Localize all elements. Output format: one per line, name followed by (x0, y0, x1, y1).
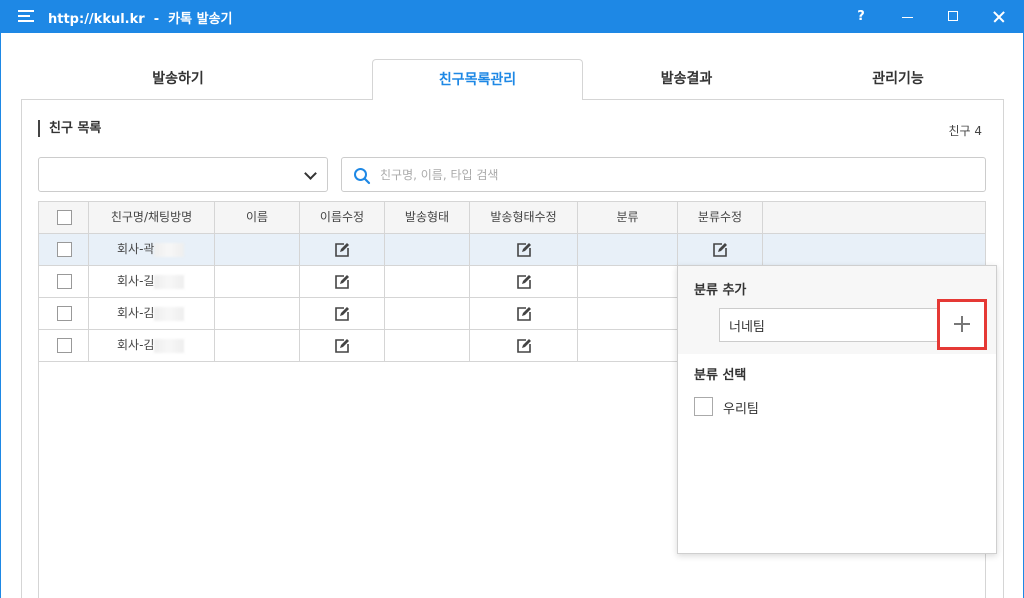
tab-admin[interactable]: 관리기능 (790, 59, 1006, 100)
hamburger-menu-icon[interactable] (18, 10, 34, 24)
name-cell (215, 298, 300, 329)
maximize-icon (948, 11, 958, 21)
send-type-cell (385, 234, 470, 265)
column-header: 이름 (215, 202, 300, 233)
row-checkbox[interactable] (57, 338, 72, 353)
edit-icon[interactable] (334, 242, 350, 258)
category-cell (578, 266, 678, 297)
section-title: 친구 목록 (38, 120, 101, 137)
help-button[interactable]: ? (838, 0, 884, 33)
category-cell (578, 330, 678, 361)
minimize-icon (902, 17, 913, 18)
add-category-button[interactable] (937, 299, 987, 350)
tab-send[interactable]: 발송하기 (40, 59, 316, 100)
category-add-title: 분류 추가 (694, 283, 747, 298)
edit-icon[interactable] (516, 274, 532, 290)
minimize-button[interactable] (884, 0, 930, 33)
category-name-input[interactable] (719, 308, 939, 342)
friend-name: 회사-곽 (117, 242, 155, 256)
category-select-title: 분류 선택 (694, 368, 747, 383)
column-header: 발송형태수정 (470, 202, 578, 233)
send-type-cell (385, 266, 470, 297)
category-option-label: 우리팀 (723, 402, 759, 417)
search-input[interactable] (380, 164, 970, 186)
friend-name: 회사-길 (117, 274, 155, 288)
edit-icon[interactable] (516, 338, 532, 354)
select-all-checkbox[interactable] (57, 210, 72, 225)
close-button[interactable] (976, 0, 1022, 33)
table-row[interactable]: 회사-곽 (39, 234, 985, 266)
edit-icon[interactable] (516, 242, 532, 258)
plus-icon (954, 316, 970, 332)
redacted-text (154, 306, 185, 321)
row-checkbox[interactable] (57, 306, 72, 321)
name-cell (215, 330, 300, 361)
column-header: 발송형태 (385, 202, 470, 233)
name-cell (215, 234, 300, 265)
window-border-left (0, 33, 1, 598)
row-checkbox[interactable] (57, 242, 72, 257)
table-header: 친구명/채팅방명 이름 이름수정 발송형태 발송형태수정 분류 분류수정 (39, 202, 985, 234)
redacted-text (154, 274, 185, 289)
column-header: 분류 (578, 202, 678, 233)
name-cell (215, 266, 300, 297)
friend-name: 회사-김 (117, 306, 155, 320)
friend-count: 친구 4 (948, 124, 982, 138)
search-icon (354, 168, 371, 185)
edit-icon[interactable] (334, 306, 350, 322)
row-checkbox[interactable] (57, 274, 72, 289)
friend-name: 회사-김 (117, 338, 155, 352)
column-header: 분류수정 (678, 202, 763, 233)
search-field[interactable] (341, 157, 986, 192)
category-filter-select[interactable] (38, 157, 328, 192)
title-bar: http://kkul.kr - 카톡 발송기 ? (0, 0, 1024, 33)
send-type-cell (385, 298, 470, 329)
maximize-button[interactable] (930, 0, 976, 33)
window-title: http://kkul.kr - 카톡 발송기 (48, 12, 233, 27)
edit-icon[interactable] (334, 274, 350, 290)
column-header: 친구명/채팅방명 (89, 202, 215, 233)
category-cell (578, 234, 678, 265)
column-header: 이름수정 (300, 202, 385, 233)
redacted-text (154, 242, 185, 257)
send-type-cell (385, 330, 470, 361)
chevron-down-icon (304, 167, 317, 180)
redacted-text (154, 338, 185, 353)
edit-icon[interactable] (712, 242, 728, 258)
tab-friend-list[interactable]: 친구목록관리 (372, 59, 583, 100)
category-cell (578, 298, 678, 329)
edit-icon[interactable] (516, 306, 532, 322)
category-option-checkbox[interactable] (694, 397, 713, 416)
edit-icon[interactable] (334, 338, 350, 354)
tab-send-results[interactable]: 발송결과 (583, 59, 790, 100)
category-popup: 분류 추가 분류 선택 우리팀 (677, 265, 997, 554)
